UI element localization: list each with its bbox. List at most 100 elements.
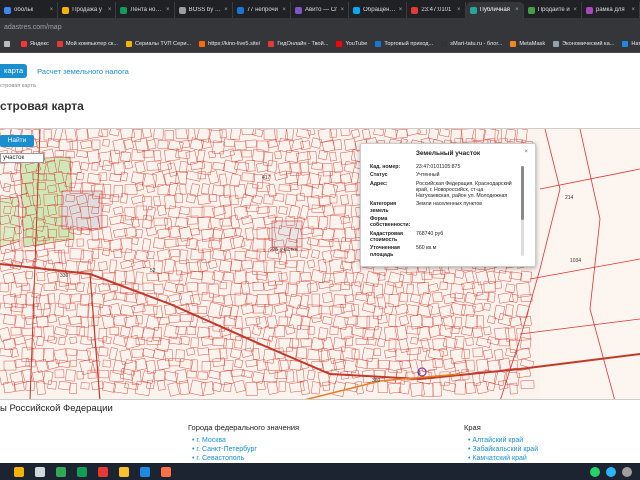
parcel: [230, 348, 242, 359]
parcel: [299, 380, 310, 396]
browser-tab[interactable]: Обращение ×: [349, 2, 408, 18]
parcel: [461, 348, 470, 359]
parcel: [509, 293, 519, 303]
region-link[interactable]: г. Севастополь: [192, 454, 257, 463]
bookmark-label: MetaMask: [519, 41, 546, 47]
region-link[interactable]: Камчатский край: [468, 454, 538, 463]
browser-tab[interactable]: обольк ×: [0, 2, 59, 18]
bookmark-item[interactable]: Торговый приход...: [375, 41, 433, 47]
bookmark-item[interactable]: https://kino-live5.site/: [199, 41, 260, 47]
tab-close-icon[interactable]: ×: [166, 7, 170, 13]
map-canvas[interactable]: 417 330 52 235 участка 360 4 214 1034: [0, 129, 640, 400]
region-link[interactable]: Забайкальский край: [468, 445, 538, 454]
bookmark-item[interactable]: [4, 41, 13, 47]
bookmark-label: Мой компьютер ск...: [65, 41, 118, 47]
tab-close-icon[interactable]: ×: [399, 7, 403, 13]
nav-map-link[interactable]: карта: [0, 64, 28, 78]
parcel: [186, 170, 202, 182]
parcel: [36, 140, 48, 149]
cadastral-map[interactable]: 417 330 52 235 участка 360 4 214 1034 Найти уча…: [0, 128, 640, 400]
firefox-icon[interactable]: [161, 466, 171, 477]
bookmark-item[interactable]: Наташа Н: [622, 41, 640, 47]
parcel: [340, 215, 351, 225]
parcel: [417, 129, 427, 135]
bookmark-item[interactable]: Яндекс: [21, 41, 49, 47]
store-icon[interactable]: [140, 466, 150, 477]
parcel: [350, 172, 360, 185]
tab-close-icon[interactable]: ×: [282, 7, 286, 13]
find-button[interactable]: Найти: [0, 135, 34, 147]
parcel: [267, 293, 280, 306]
bookmark-item[interactable]: MetaMask: [510, 41, 545, 47]
parcel: [98, 172, 108, 182]
bookmark-item[interactable]: Экономический ка...: [553, 41, 614, 47]
parcel: [168, 270, 183, 282]
popup-row: Адрес: Российская Федерация, Краснодарски…: [370, 181, 518, 200]
tab-close-icon[interactable]: ×: [341, 7, 345, 13]
edge-icon[interactable]: [77, 466, 87, 477]
telegram-icon[interactable]: [606, 466, 616, 477]
browser-tab[interactable]: Авито — Сг ×: [291, 2, 350, 18]
tab-label: 77 непрочи: [246, 7, 279, 13]
region-link[interactable]: г. Санкт-Петербург: [192, 445, 257, 454]
bookmark-item[interactable]: Сериалы TVП Сери...: [126, 41, 191, 47]
parcel: [98, 347, 109, 357]
tab-close-icon[interactable]: ×: [50, 7, 54, 13]
parcel: [153, 237, 166, 250]
parcel: [189, 379, 207, 397]
popup-scrollbar[interactable]: [521, 166, 524, 256]
browser-tab[interactable]: Лента новос ×: [116, 2, 175, 18]
parcel: [487, 315, 496, 325]
parcel: [233, 335, 244, 349]
parcel: [212, 184, 225, 197]
scrollbar-thumb[interactable]: [521, 166, 524, 220]
bookmark-item[interactable]: sMart-tatu.ru - блог...: [441, 41, 502, 47]
parcel: [244, 270, 259, 285]
parcel: [167, 382, 180, 397]
bookmark-icon: [336, 41, 343, 47]
parcel: [427, 302, 441, 316]
copilot-icon[interactable]: [14, 466, 24, 477]
tab-close-icon[interactable]: ×: [224, 7, 228, 13]
layer-select[interactable]: участок: [0, 153, 44, 163]
tab-close-icon[interactable]: ×: [573, 7, 577, 13]
browser-tab[interactable]: Публичная ×: [465, 2, 524, 18]
region-link[interactable]: Алтайский край: [468, 436, 538, 445]
browser-tab[interactable]: 23:47:0101 ×: [407, 2, 466, 18]
tab-close-icon[interactable]: ×: [457, 7, 461, 13]
parcel: [190, 249, 204, 261]
nav-tax-calc-link[interactable]: Расчет земельного налога: [37, 67, 129, 76]
parcel: [179, 184, 187, 195]
parcel: [32, 347, 44, 362]
browser-tab[interactable]: рамка для ×: [582, 2, 640, 18]
parcel: [175, 283, 184, 293]
parcel: [76, 129, 89, 142]
bookmark-item[interactable]: Мой компьютер ск...: [56, 41, 118, 47]
parcel: [464, 270, 475, 284]
tab-close-icon[interactable]: ×: [632, 7, 636, 13]
parcel: [256, 161, 269, 173]
address-bar[interactable]: adastres.com/map: [0, 18, 640, 36]
popup-row-value: Учтенный: [416, 172, 440, 179]
browser-tab[interactable]: BOSS by Ver ×: [175, 2, 233, 18]
tab-close-icon[interactable]: ×: [108, 7, 112, 13]
taskview-icon[interactable]: [35, 466, 45, 477]
browser-tab[interactable]: Продажа у ×: [58, 2, 117, 18]
opera-icon[interactable]: [98, 466, 108, 477]
parcel: [486, 270, 497, 285]
tab-close-icon[interactable]: ×: [515, 7, 519, 13]
parcel: [328, 347, 345, 365]
settings-icon[interactable]: [622, 466, 632, 477]
browser-tab[interactable]: 77 непрочи ×: [233, 2, 291, 18]
close-icon[interactable]: ×: [524, 149, 528, 155]
bookmark-item[interactable]: YouTube: [336, 41, 367, 47]
folder-icon[interactable]: [119, 466, 129, 477]
parcel: [410, 336, 419, 345]
chrome-icon[interactable]: [56, 466, 66, 477]
region-link[interactable]: г. Москва: [192, 436, 257, 445]
whatsapp-icon[interactable]: [590, 466, 600, 477]
browser-tab[interactable]: Продайте и ×: [524, 2, 582, 18]
bookmark-item[interactable]: ГидОнлайн - Твой...: [268, 41, 328, 47]
parcel: [318, 280, 334, 290]
url-text[interactable]: adastres.com/map: [4, 24, 62, 31]
